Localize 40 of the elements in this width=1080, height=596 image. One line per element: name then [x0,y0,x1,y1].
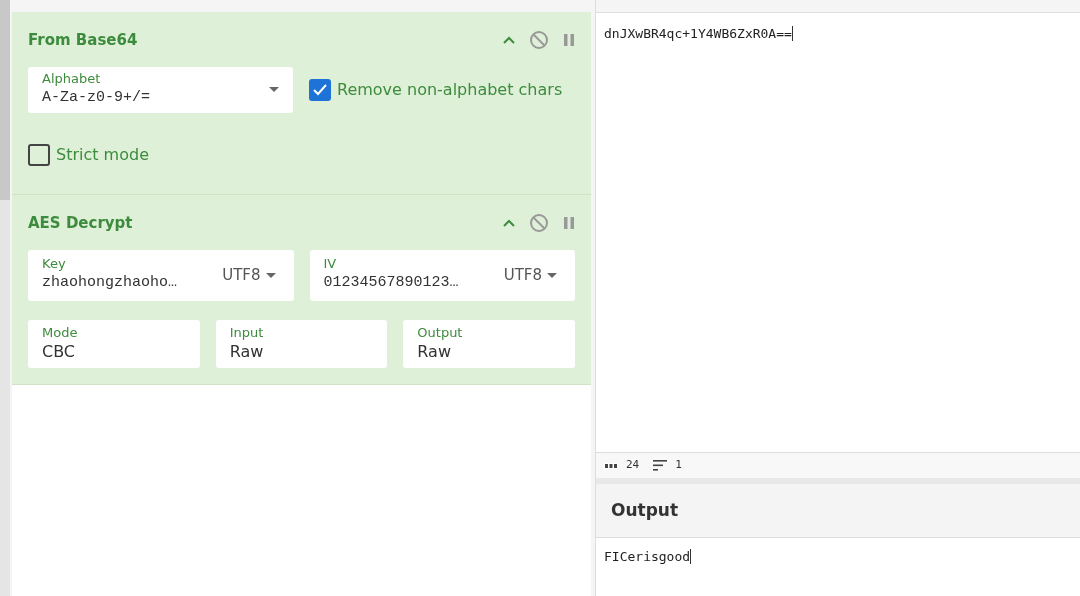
checkbox[interactable] [28,144,50,166]
operation-title: From Base64 [28,29,139,51]
line-count-icon [653,460,668,471]
checkbox[interactable] [309,79,331,101]
field-label: Output [417,324,463,341]
line-count: 1 [675,457,682,474]
output-text[interactable]: FICerisgood [604,549,692,564]
field-value: zhaohongzhaoho… [42,273,178,293]
text-field[interactable]: Key zhaohongzhaoho… UTF8 [28,250,294,301]
field-value: A-Za-z0-9+/= [42,87,152,108]
field-label: Alphabet [42,70,102,87]
collapse-icon[interactable] [503,219,515,227]
field-label: IV [323,256,338,272]
checkbox-label: Strict mode [56,144,149,166]
field-value: Raw [417,340,452,363]
character-count-icon [604,462,618,469]
caret-icon [269,87,279,92]
check-icon [313,84,327,96]
character-count: 24 [626,457,640,474]
checkbox-label: Remove non-alphabet chars [337,79,563,101]
pause-icon[interactable] [563,216,575,230]
pause-icon[interactable] [563,33,575,47]
disable-icon[interactable] [529,30,549,50]
field-value: Raw [229,340,264,363]
field-label: Mode [42,324,78,341]
encoding-dropdown[interactable]: UTF8 [222,263,276,287]
select-field[interactable]: Output Raw [403,320,575,368]
select-field[interactable]: Alphabet A-Za-z0-9+/= [28,67,293,113]
operation-title: AES Decrypt [28,212,134,234]
text-field[interactable]: IV 01234567890123… UTF8 [309,250,575,301]
select-field[interactable]: Mode CBC [28,320,200,368]
field-value: CBC [42,340,77,363]
field-value: 01234567890123… [323,273,459,293]
select-field[interactable]: Input Raw [215,320,388,368]
encoding-dropdown[interactable]: UTF8 [503,263,557,287]
field-label: Key [42,256,67,272]
collapse-icon[interactable] [503,36,515,44]
disable-icon[interactable] [529,213,549,233]
input-text[interactable]: dnJXwBR4qc+1Y4WB6ZxR0A== [604,26,793,41]
field-label: Input [229,324,264,341]
